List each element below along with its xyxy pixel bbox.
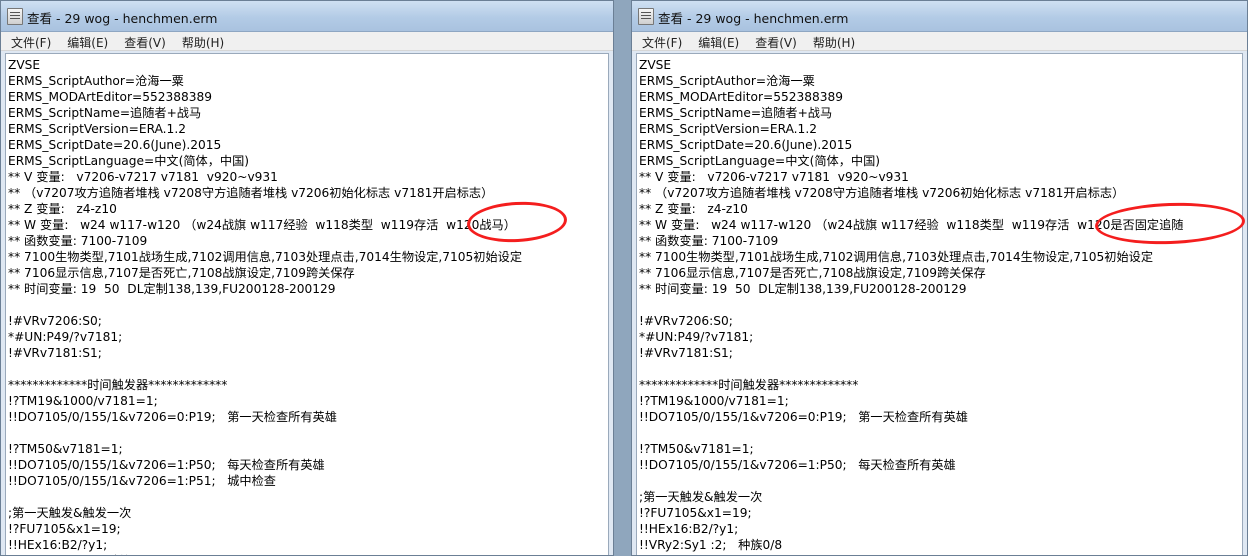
text-line: ERMS_ScriptName=追随者+战马 — [8, 106, 202, 120]
text-lines: ZVSE ERMS_ScriptAuthor=沧海一粟 ERMS_MODArtEdi… — [637, 54, 1242, 555]
text-line: ** 时间变量: 19 50 DL定制138,139,FU200128-2001… — [8, 282, 336, 296]
text-line: ERMS_ScriptLanguage=中文(简体，中国) — [639, 154, 881, 168]
menu-help[interactable]: 帮助(H) — [803, 33, 861, 51]
text-line: ERMS_ScriptDate=20.6(June).2015 — [8, 138, 222, 152]
notepad-icon — [7, 8, 23, 25]
menu-file[interactable]: 文件(F) — [1, 33, 57, 51]
text-line — [8, 425, 608, 441]
text-line: ZVSE — [639, 58, 672, 72]
text-line: ** 时间变量: 19 50 DL定制138,139,FU200128-2001… — [639, 282, 967, 296]
menu-view[interactable]: 查看(V) — [114, 33, 172, 51]
text-line: ** W 变量: w24 w117-w120 （w24战旗 w117经验 w11… — [8, 218, 516, 232]
text-line: !!DO7105/0/155/1&v7206=0:P19; 第一天检查所有英雄 — [639, 410, 968, 424]
text-line: !!DO7105/0/155/1&v7206=1:P51; 城中检查 — [8, 474, 276, 488]
menu-edit[interactable]: 编辑(E) — [57, 33, 114, 51]
text-line: !!HEx16:B2/?y1; — [8, 538, 108, 552]
text-area[interactable]: ZVSE ERMS_ScriptAuthor=沧海一粟 ERMS_MODArtEdi… — [636, 53, 1243, 555]
title-bar[interactable]: 查看 - 29 wog - henchmen.erm — [1, 1, 613, 32]
text-line: ERMS_ScriptAuthor=沧海一粟 — [639, 74, 815, 88]
text-line: ** Z 变量: z4-z10 — [639, 202, 748, 216]
text-lines: ZVSE ERMS_ScriptAuthor=沧海一粟 ERMS_MODArtEdi… — [6, 54, 608, 555]
text-line: *#UN:P49/?v7181; — [8, 330, 123, 344]
text-line: ** 函数变量: 7100-7109 — [639, 234, 779, 248]
text-line: ** Z 变量: z4-z10 — [8, 202, 117, 216]
text-line — [8, 361, 608, 377]
title-bar[interactable]: 查看 - 29 wog - henchmen.erm — [632, 1, 1247, 32]
text-line: ;第一天触发&触发一次 — [639, 490, 763, 504]
window-title: 查看 - 29 wog - henchmen.erm — [658, 11, 849, 26]
text-area[interactable]: ZVSE ERMS_ScriptAuthor=沧海一粟 ERMS_MODArtEdi… — [5, 53, 609, 555]
text-line: !?TM19&1000/v7181=1; — [639, 394, 789, 408]
text-line: ** 函数变量: 7100-7109 — [8, 234, 148, 248]
text-line: !!DO7105/0/155/1&v7206=1:P50; 每天检查所有英雄 — [8, 458, 325, 472]
text-line: !!HEx16:B2/?y1; — [639, 522, 739, 536]
text-line: ERMS_ScriptAuthor=沧海一粟 — [8, 74, 184, 88]
text-line: !#VRv7181:S1; — [639, 346, 733, 360]
notepad-window-right: 查看 - 29 wog - henchmen.erm 文件(F) 编辑(E) 查看(… — [631, 0, 1248, 556]
text-line — [8, 297, 608, 313]
menu-edit[interactable]: 编辑(E) — [688, 33, 745, 51]
text-line: ERMS_MODArtEditor=552388389 — [8, 90, 212, 104]
menu-bar: 文件(F) 编辑(E) 查看(V) 帮助(H) — [632, 32, 1247, 51]
text-line — [639, 473, 1242, 489]
text-line: *************时间触发器************* — [8, 378, 228, 392]
menu-help[interactable]: 帮助(H) — [172, 33, 230, 51]
text-line: ERMS_ScriptLanguage=中文(简体，中国) — [8, 154, 250, 168]
text-line: ** W 变量: w24 w117-w120 （w24战旗 w117经验 w11… — [639, 218, 1184, 232]
text-line: !#VRv7206:S0; — [639, 314, 733, 328]
text-line: !?TM50&v7181=1; — [8, 442, 123, 456]
text-line: !?TM19&1000/v7181=1; — [8, 394, 158, 408]
text-line: ;第一天触发&触发一次 — [8, 506, 132, 520]
text-line: !!VRy3:Sy1 %2; — [639, 553, 1242, 555]
text-line — [639, 297, 1242, 313]
text-line: *************时间触发器************* — [639, 378, 859, 392]
text-line: !!VRy2:Sy1 :2; 种族0/8 — [8, 553, 608, 555]
text-line: ** 7100生物类型,7101战场生成,7102调用信息,7103处理点击,7… — [8, 250, 523, 264]
text-line: ** V 变量: v7206-v7217 v7181 v920~v931 — [639, 170, 909, 184]
text-line: !?TM50&v7181=1; — [639, 442, 754, 456]
text-line: !#VRv7181:S1; — [8, 346, 102, 360]
text-line: ** （v7207攻方追随者堆栈 v7208守方追随者堆栈 v7206初始化标志… — [8, 186, 494, 200]
text-line: !?FU7105&x1=19; — [639, 506, 752, 520]
text-line: ** 7106显示信息,7107是否死亡,7108战旗设定,7109跨关保存 — [8, 266, 355, 280]
text-line: ZVSE — [8, 58, 41, 72]
text-line: ERMS_ScriptVersion=ERA.1.2 — [639, 122, 817, 136]
window-title: 查看 - 29 wog - henchmen.erm — [27, 11, 218, 26]
text-line: !!DO7105/0/155/1&v7206=1:P50; 每天检查所有英雄 — [639, 458, 956, 472]
text-line: ** （v7207攻方追随者堆栈 v7208守方追随者堆栈 v7206初始化标志… — [639, 186, 1125, 200]
text-line: ERMS_ScriptVersion=ERA.1.2 — [8, 122, 186, 136]
text-line: ERMS_MODArtEditor=552388389 — [639, 90, 843, 104]
text-line: !!DO7105/0/155/1&v7206=0:P19; 第一天检查所有英雄 — [8, 410, 337, 424]
notepad-window-left: 查看 - 29 wog - henchmen.erm 文件(F) 编辑(E) 查看(… — [0, 0, 614, 556]
text-line: !!VRy2:Sy1 :2; 种族0/8 — [639, 538, 783, 552]
text-line: ERMS_ScriptDate=20.6(June).2015 — [639, 138, 853, 152]
text-line: !?FU7105&x1=19; — [8, 522, 121, 536]
text-line: ** 7106显示信息,7107是否死亡,7108战旗设定,7109跨关保存 — [639, 266, 986, 280]
text-line: ** V 变量: v7206-v7217 v7181 v920~v931 — [8, 170, 278, 184]
text-line — [8, 489, 608, 505]
text-line: ERMS_ScriptName=追随者+战马 — [639, 106, 833, 120]
menu-bar: 文件(F) 编辑(E) 查看(V) 帮助(H) — [1, 32, 613, 51]
text-line: !#VRv7206:S0; — [8, 314, 102, 328]
text-line: ** 7100生物类型,7101战场生成,7102调用信息,7103处理点击,7… — [639, 250, 1154, 264]
text-line: *#UN:P49/?v7181; — [639, 330, 754, 344]
menu-view[interactable]: 查看(V) — [745, 33, 803, 51]
notepad-icon — [638, 8, 654, 25]
text-line — [639, 361, 1242, 377]
menu-file[interactable]: 文件(F) — [632, 33, 688, 51]
text-line — [639, 425, 1242, 441]
